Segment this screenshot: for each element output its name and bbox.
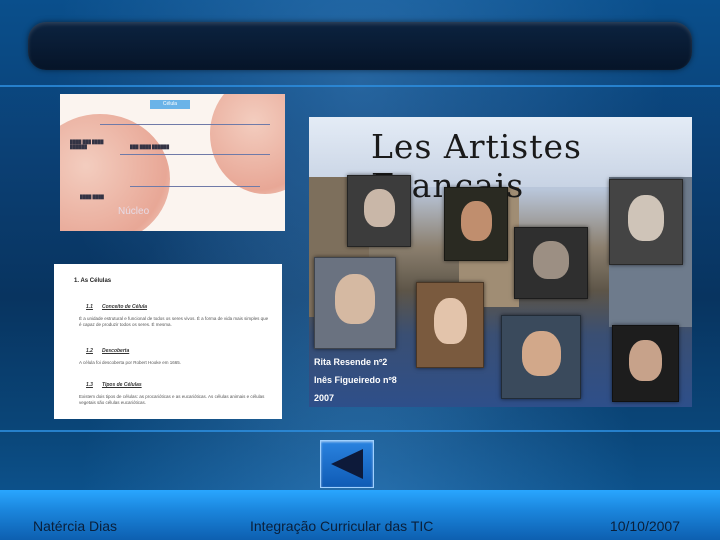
footer-date: 10/10/2007 (609, 518, 680, 534)
artist-photo (444, 187, 508, 261)
section-number: 1.2 (86, 348, 93, 354)
title-bar (28, 22, 692, 70)
diagram-text: ████ ████ (80, 194, 104, 199)
cell-blob-right (210, 94, 285, 194)
section-title: Tipos de Células (102, 382, 142, 388)
nucleus-label: Núcleo (118, 206, 150, 217)
divider-line-bottom (0, 430, 720, 432)
credit-line: Inês Figueiredo nº8 (314, 375, 397, 385)
divider-line-top (0, 85, 720, 87)
section-number: 1.1 (86, 304, 93, 310)
credit-line: Rita Resende nº2 (314, 357, 388, 367)
cell-title-badge: Célula (150, 100, 190, 109)
artist-photo (609, 179, 683, 265)
section-number: 1.3 (86, 382, 93, 388)
footer-author: Natércia Dias (33, 518, 118, 534)
credit-line: 2007 (314, 393, 335, 403)
diagram-line (120, 154, 270, 155)
artist-photo (501, 315, 581, 399)
artist-photo (347, 175, 411, 247)
section-title: Descoberta (102, 348, 130, 354)
diagram-text: ████ ███ ████ ██████ (70, 139, 104, 149)
artists-poster-image: Les Artistes Français Rita Resende nº2 I… (309, 117, 692, 407)
diagram-line (130, 186, 260, 187)
document-heading: 1. As Células (74, 278, 112, 284)
back-button[interactable] (320, 440, 374, 488)
artist-photo (514, 227, 588, 299)
slide: Célula ████ ███ ████ ██████ ███ ████ ███… (0, 0, 720, 540)
section-text: A célula foi descoberta por Robert Hooke… (79, 360, 182, 365)
section-title: Conceito de Célula (102, 304, 148, 310)
diagram-line (100, 124, 270, 125)
cell-diagram-image: Célula ████ ███ ████ ██████ ███ ████ ███… (60, 94, 285, 231)
footer-title: Integração Curricular das TIC (250, 518, 434, 534)
section-text: Existem dois tipos de células: as procar… (79, 394, 265, 405)
cell-blob-left (60, 114, 170, 231)
artist-photo (416, 282, 484, 368)
section-text: É a unidade estrutural e funcional de to… (79, 316, 269, 327)
artist-photo (314, 257, 396, 349)
document-image: 1. As Células 1.1 Conceito de Célula É a… (54, 264, 282, 419)
diagram-text: ███ ████ ██████ (130, 144, 170, 149)
back-arrow-icon (331, 449, 363, 479)
artist-photo (612, 325, 679, 402)
